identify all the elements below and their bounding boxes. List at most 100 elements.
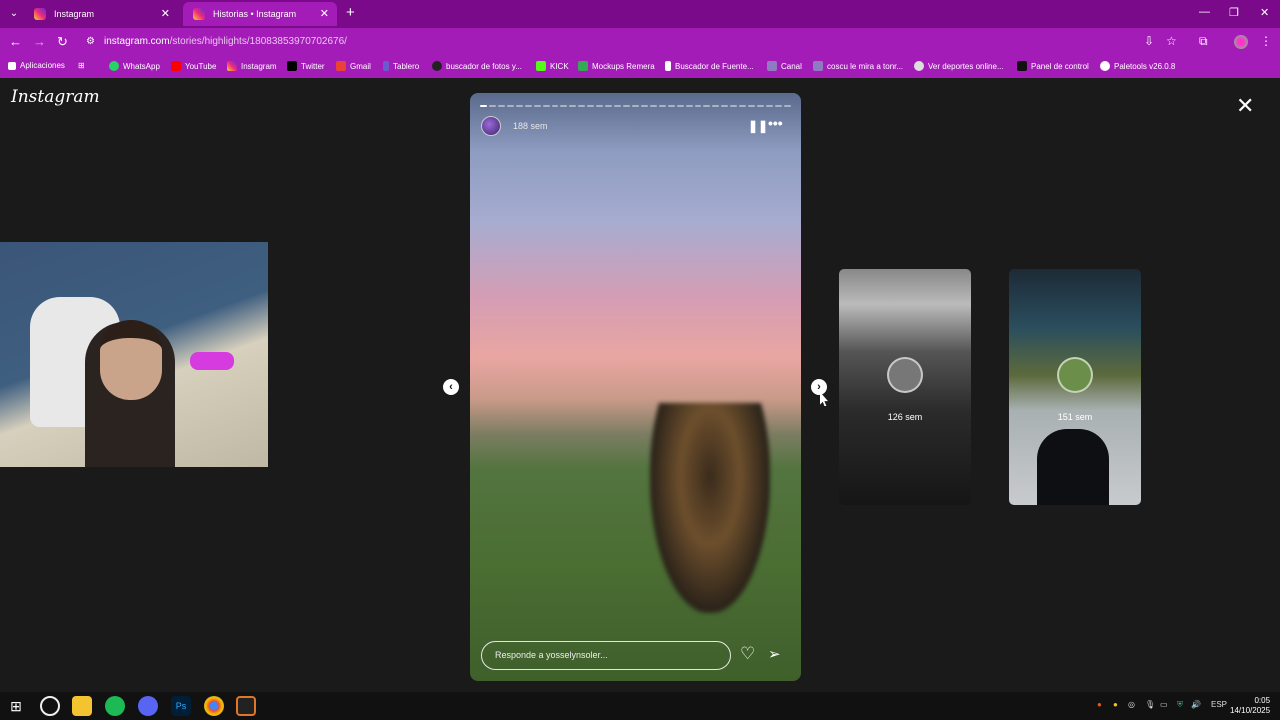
bookmark-mockups[interactable]: Mockups Remera: [578, 61, 655, 71]
tab-title: Instagram: [54, 9, 95, 19]
display-icon[interactable]: ▭: [1160, 700, 1168, 709]
send-icon[interactable]: ➢: [768, 645, 781, 663]
reply-input[interactable]: Responde a yosselynsoler...: [481, 641, 731, 670]
file-explorer-icon[interactable]: [72, 696, 92, 716]
obs-icon[interactable]: [40, 696, 60, 716]
bookmark-paletools[interactable]: Paletools v26.0.8: [1100, 61, 1175, 71]
browser-toolbar: ← → ↻ ⚙ instagram.com/stories/highlights…: [0, 28, 1280, 56]
bookmark-tablero[interactable]: Tablero: [383, 61, 419, 71]
install-app-icon[interactable]: ⇩: [1144, 34, 1154, 48]
story-thumbnail[interactable]: 126 sem: [839, 269, 971, 505]
windows-taskbar: ⊞ Ps ● ● ◎ 🎙 ▭ ⛨ 🔊 ESP 0:05 14/10/2025: [0, 692, 1280, 720]
story-card[interactable]: 188 sem ❚❚ ••• Responde a yosselynsoler.…: [470, 93, 801, 681]
progress-segment: [542, 105, 550, 107]
progress-segment: [623, 105, 630, 107]
progress-segment: [631, 105, 639, 107]
webcam-overlay: [0, 242, 268, 467]
progress-segment: [748, 105, 756, 107]
new-tab-icon[interactable]: +: [346, 4, 355, 21]
progress-segment: [774, 105, 782, 107]
close-tab-icon[interactable]: ✕: [320, 2, 329, 26]
pause-icon[interactable]: ❚❚: [748, 119, 768, 133]
tab-instagram[interactable]: Instagram ✕: [24, 2, 178, 26]
site-info-icon[interactable]: ⚙: [86, 31, 95, 53]
app-icon[interactable]: [236, 696, 256, 716]
bookmark-youtube[interactable]: YouTube: [171, 61, 216, 71]
tray-app-icon[interactable]: ●: [1097, 700, 1102, 709]
close-tab-icon[interactable]: ✕: [161, 2, 170, 26]
bookmark-star-icon[interactable]: ☆: [1166, 34, 1177, 48]
reload-icon[interactable]: ↻: [57, 34, 68, 50]
progress-segment: [569, 105, 577, 107]
security-icon[interactable]: ⛨: [1177, 700, 1183, 710]
story-photo-dog: [650, 403, 770, 613]
mouse-cursor: [820, 392, 828, 406]
progress-segment: [694, 105, 702, 107]
extensions-icon[interactable]: ⧉: [1199, 34, 1208, 49]
bookmark-buscador-fotos[interactable]: buscador de fotos y...: [432, 61, 522, 71]
progress-segment: [533, 105, 541, 107]
system-clock[interactable]: 0:05 14/10/2025: [1230, 696, 1270, 716]
apps-grid-icon[interactable]: ⊞: [78, 61, 85, 70]
progress-segment: [488, 105, 496, 107]
close-stories-icon[interactable]: ✕: [1236, 93, 1254, 119]
clock-date: 14/10/2025: [1230, 706, 1271, 715]
bookmark-twitter[interactable]: Twitter: [287, 61, 325, 71]
bookmark-deportes[interactable]: Ver deportes online...: [914, 61, 1004, 71]
bookmark-aplicaciones[interactable]: Aplicaciones: [8, 61, 65, 70]
bookmark-coscu[interactable]: coscu le mira a tonr...: [813, 61, 903, 71]
back-icon[interactable]: ←: [9, 34, 22, 49]
tab-historias[interactable]: Historias • Instagram ✕: [183, 2, 337, 26]
progress-segment: [480, 105, 487, 107]
url-host: instagram.com: [104, 36, 170, 47]
bookmark-instagram[interactable]: Instagram: [227, 61, 277, 71]
profile-avatar[interactable]: [1234, 35, 1248, 49]
search-photos-icon: [432, 61, 442, 71]
story-author-avatar[interactable]: [481, 116, 501, 136]
bookmark-canal[interactable]: Canal: [767, 61, 802, 71]
next-story-icon[interactable]: ›: [811, 379, 827, 395]
restore-icon[interactable]: ❐: [1229, 6, 1239, 19]
windows-start-icon[interactable]: ⊞: [6, 696, 26, 716]
menu-kebab-icon[interactable]: ⋮: [1260, 34, 1272, 48]
thumbnail-silhouette: [1037, 429, 1109, 505]
minimize-icon[interactable]: —: [1199, 6, 1210, 18]
tray-app-icon[interactable]: ◎: [1128, 700, 1135, 709]
forward-icon[interactable]: →: [33, 34, 46, 49]
progress-segment: [649, 105, 657, 107]
discord-icon[interactable]: [138, 696, 158, 716]
tray-app-icon[interactable]: ●: [1113, 700, 1118, 709]
tab-search-icon[interactable]: ⌄: [6, 6, 22, 22]
bookmark-buscador-fuentes[interactable]: Buscador de Fuente...: [665, 61, 754, 71]
progress-segment: [783, 105, 791, 107]
photoshop-icon[interactable]: Ps: [171, 696, 191, 716]
progress-segment: [614, 105, 621, 107]
chrome-icon[interactable]: [204, 696, 224, 716]
microphone-icon[interactable]: 🎙: [1145, 700, 1155, 709]
instagram-icon: [227, 61, 237, 71]
volume-icon[interactable]: 🔊: [1191, 700, 1201, 709]
close-window-icon[interactable]: ✕: [1260, 6, 1269, 19]
drive-icon: [578, 61, 588, 71]
bookmark-gmail[interactable]: Gmail: [336, 61, 371, 71]
bookmark-panel-control[interactable]: Panel de control: [1017, 61, 1089, 71]
language-indicator[interactable]: ESP: [1211, 700, 1227, 709]
more-options-icon[interactable]: •••: [768, 115, 783, 131]
progress-segment: [506, 105, 514, 107]
fox-icon: [1017, 61, 1027, 71]
story-time: 188 sem: [513, 121, 548, 131]
previous-story-icon[interactable]: ‹: [443, 379, 459, 395]
spotify-icon[interactable]: [105, 696, 125, 716]
thumbnail-time: 126 sem: [887, 412, 923, 422]
progress-segment: [658, 105, 666, 107]
address-bar[interactable]: ⚙ instagram.com/stories/highlights/18083…: [80, 31, 1190, 53]
progress-segment: [712, 105, 720, 107]
bookmark-whatsapp[interactable]: WhatsApp: [109, 61, 160, 71]
story-thumbnail[interactable]: 151 sem: [1009, 269, 1141, 505]
tab-strip: ⌄ Instagram ✕ Historias • Instagram ✕ + …: [0, 0, 1280, 28]
like-heart-icon[interactable]: ♡: [740, 644, 755, 664]
progress-segment: [739, 105, 747, 107]
bookmark-kick[interactable]: KICK: [536, 61, 569, 71]
instagram-logo[interactable]: Instagram: [11, 87, 100, 107]
thumbnail-avatar: [887, 357, 923, 393]
